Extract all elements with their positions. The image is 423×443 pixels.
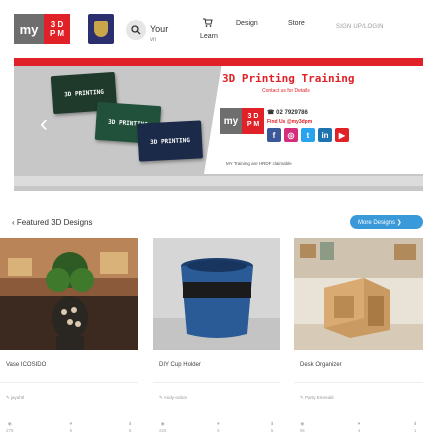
like-icon: ♥ bbox=[217, 421, 220, 426]
instagram-icon[interactable]: ◎ bbox=[284, 128, 298, 142]
banner-find-us: Find Us @my3dpm bbox=[267, 119, 313, 125]
featured-heading: ‹ Featured 3D Designs bbox=[12, 218, 93, 227]
banner-phone: ☎ 02 7929786 bbox=[267, 110, 308, 116]
design-stats: ◉ 5k ♥ 4 ⬇ 1 bbox=[300, 421, 417, 433]
design-stats: ◉ 275 ♥ 5 ⬇ 5 bbox=[6, 421, 132, 433]
linkedin-icon[interactable]: in bbox=[318, 128, 332, 142]
like-icon: ♥ bbox=[69, 421, 73, 426]
download-icon: ⬇ bbox=[128, 421, 132, 426]
banner-footer-text: MY Training are HRDF claimable bbox=[226, 161, 292, 166]
views-icon: ◉ bbox=[160, 421, 165, 426]
design-thumbnail[interactable] bbox=[294, 238, 423, 350]
views-icon: ◉ bbox=[300, 421, 305, 426]
design-author: ✎ Andy-nobot bbox=[159, 395, 187, 400]
design-name[interactable]: Desk Organizer bbox=[300, 362, 342, 368]
views-icon: ◉ bbox=[7, 421, 12, 426]
cart-icon[interactable] bbox=[203, 18, 213, 29]
like-icon: ♥ bbox=[357, 421, 361, 426]
design-stats: ◉ 225 ♥ 5 ⬇ 5 bbox=[159, 421, 274, 433]
logo-my: my bbox=[14, 14, 44, 44]
search-icon[interactable] bbox=[126, 20, 146, 40]
nav-learn[interactable]: Learn bbox=[200, 31, 218, 42]
card-divider bbox=[153, 382, 280, 383]
banner-title: 3D Printing Training bbox=[222, 72, 355, 85]
promo-banner[interactable]: ‹ 3D PRINTING 3D PRINTING 3D PRINTING 3D… bbox=[14, 58, 423, 191]
social-icons: f ◎ t in ▶ bbox=[267, 128, 349, 142]
banner-top-stripe bbox=[14, 58, 423, 66]
nav-design[interactable]: Design bbox=[236, 18, 258, 29]
more-designs-button[interactable]: More Designs ❯ bbox=[350, 215, 423, 229]
banner-logo: my 3 D P M bbox=[220, 108, 264, 134]
twitter-icon[interactable]: t bbox=[301, 128, 315, 142]
facebook-icon[interactable]: f bbox=[267, 128, 281, 142]
design-card[interactable]: Vase ICOSIDO ✎ jayuhtl ◉ 275 ♥ 5 ⬇ 5 bbox=[0, 238, 138, 443]
card-divider bbox=[0, 382, 138, 383]
logo-letters: 3 D P M bbox=[44, 14, 70, 44]
top-header: my 3 D P M Your vn Learn Design Store SI… bbox=[0, 0, 423, 56]
partner-badge-icon bbox=[88, 14, 114, 44]
nav-store[interactable]: Store bbox=[288, 18, 305, 29]
banner-bottom-stripe bbox=[14, 176, 423, 186]
design-thumbnail[interactable] bbox=[153, 238, 280, 350]
training-card: 3D PRINTING bbox=[137, 120, 203, 162]
nav-your[interactable]: Your vn bbox=[150, 24, 168, 46]
design-name[interactable]: DIY Cup Holder bbox=[159, 362, 201, 368]
design-author: ✎ jayuhtl bbox=[6, 395, 25, 400]
card-divider bbox=[294, 382, 423, 383]
design-author: ✎ Party Emerald bbox=[300, 395, 334, 400]
download-icon: ⬇ bbox=[270, 421, 274, 426]
youtube-icon[interactable]: ▶ bbox=[335, 128, 349, 142]
design-name[interactable]: Vase ICOSIDO bbox=[6, 362, 46, 368]
carousel-prev-arrow-icon[interactable]: ‹ bbox=[40, 110, 48, 138]
design-card[interactable]: DIY Cup Holder ✎ Andy-nobot ◉ 225 ♥ 5 ⬇ 5 bbox=[153, 238, 280, 443]
design-thumbnail[interactable] bbox=[0, 238, 138, 350]
download-icon: ⬇ bbox=[413, 421, 417, 426]
signin-link[interactable]: SIGN UP/LOGIN bbox=[336, 24, 384, 30]
banner-subtitle: Contact us for Details bbox=[262, 88, 310, 94]
site-logo[interactable]: my 3 D P M bbox=[14, 14, 70, 44]
design-card[interactable]: Desk Organizer ✎ Party Emerald ◉ 5k ♥ 4 ⬇ 1 bbox=[294, 238, 423, 443]
